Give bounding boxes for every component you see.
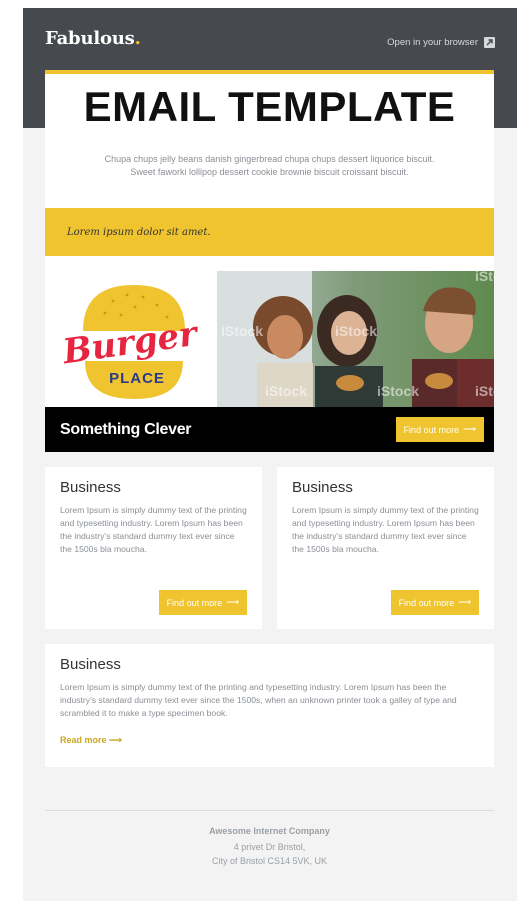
business-text: Lorem Ipsum is simply dummy text of the … — [292, 505, 479, 554]
feature-title: Something Clever — [60, 420, 192, 438]
watermark-2: iStock — [335, 323, 377, 339]
main-card: EMAIL TEMPLATE Chupa chups jelly beans d… — [45, 70, 494, 452]
open-in-browser-link[interactable]: Open in your browser — [387, 37, 495, 48]
brand-logo: Fabulous. — [45, 28, 141, 49]
business-columns: Business Lorem Ipsum is simply dummy tex… — [45, 467, 494, 629]
hero-section: EMAIL TEMPLATE Chupa chups jelly beans d… — [45, 70, 494, 208]
open-in-browser-label: Open in your browser — [387, 37, 478, 48]
find-out-more-label: Find out more — [166, 597, 223, 608]
find-out-more-button[interactable]: Find out more ⟶ — [395, 417, 484, 442]
footer-address-line2: City of Bristol CS14 5VK, UK — [211, 856, 328, 866]
logo-place-text: PLACE — [109, 370, 165, 387]
burger-logo: Burger PLACE — [45, 271, 217, 407]
find-out-more-button[interactable]: Find out more ⟶ — [158, 590, 247, 615]
find-out-more-button[interactable]: Find out more ⟶ — [390, 590, 479, 615]
read-more-label: Read more — [60, 735, 107, 745]
watermark-5: iStock — [475, 383, 494, 399]
business-card-right: Business Lorem Ipsum is simply dummy tex… — [277, 467, 494, 629]
business-text: Lorem Ipsum is simply dummy text of the … — [60, 505, 247, 554]
arrow-right-icon: ⟶ — [109, 735, 122, 745]
highlight-bar: Lorem ipsum dolor sit amet. — [45, 208, 494, 256]
business-text: Lorem Ipsum is simply dummy text of the … — [60, 682, 457, 718]
business-card-left: Business Lorem Ipsum is simply dummy tex… — [45, 467, 262, 629]
arrow-right-icon: ⟶ — [463, 424, 476, 434]
footer-address: 4 privet Dr Bristol, City of Bristol CS1… — [45, 840, 494, 868]
business-title: Business — [60, 656, 121, 673]
watermark-1: iStock — [221, 323, 263, 339]
email-frame: Fabulous. Open in your browser EMAIL TEM… — [23, 8, 517, 901]
footer-company: Awesome Internet Company — [209, 826, 330, 836]
watermark-4: iStock — [377, 383, 419, 399]
footer-address-line1: 4 privet Dr Bristol, — [233, 842, 306, 852]
find-out-more-label: Find out more — [398, 597, 455, 608]
watermark-6: iStock — [475, 271, 494, 284]
business-title: Business — [292, 479, 353, 496]
brand-dot: . — [134, 28, 141, 49]
arrow-right-icon: ⟶ — [458, 597, 471, 607]
business-card-wide: Business Lorem Ipsum is simply dummy tex… — [45, 644, 494, 767]
banner-image: Burger PLACE iStock iStock iStock iStock… — [45, 271, 494, 407]
feature-bar: Something Clever Find out more ⟶ — [45, 407, 494, 452]
business-title: Business — [60, 479, 121, 496]
arrow-right-icon: ⟶ — [226, 597, 239, 607]
brand-name: Fabulous — [45, 28, 135, 49]
page-title: EMAIL TEMPLATE — [83, 83, 456, 130]
read-more-link[interactable]: Read more ⟶ — [60, 735, 122, 746]
footer: Awesome Internet Company 4 privet Dr Bri… — [45, 810, 494, 868]
watermark-3: iStock — [265, 383, 307, 399]
hero-text: Chupa chups jelly beans danish gingerbre… — [104, 154, 435, 177]
highlight-text: Lorem ipsum dolor sit amet. — [67, 226, 211, 238]
friends-photo: iStock iStock iStock iStock iStock iStoc… — [217, 271, 494, 407]
find-out-more-label: Find out more — [403, 424, 460, 435]
external-link-icon — [484, 37, 495, 48]
